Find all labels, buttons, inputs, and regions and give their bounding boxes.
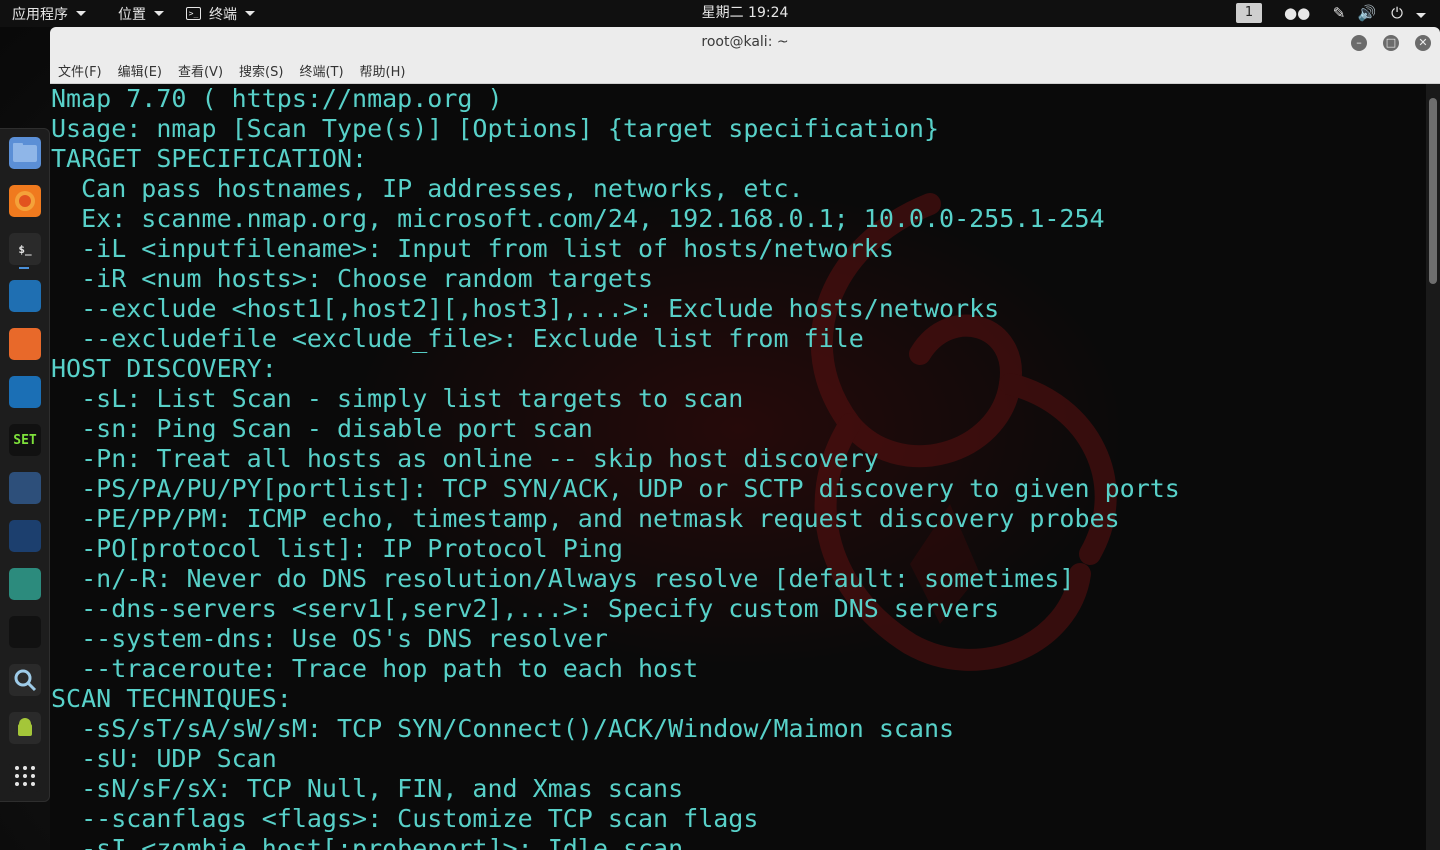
terminal-output[interactable]: Nmap 7.70 ( https://nmap.org ) Usage: nma… <box>50 84 1426 850</box>
terminal-line: -PS/PA/PU/PY[portlist]: TCP SYN/ACK, UDP… <box>51 474 1180 503</box>
window-title: root@kali: ~ <box>701 34 789 50</box>
pen-icon[interactable]: ✎ <box>1328 3 1350 23</box>
terminal-window: root@kali: ~ – □ ✕ 文件(F) 编辑(E) 查看(V) 搜索(… <box>50 27 1440 850</box>
terminal-line: Can pass hostnames, IP addresses, networ… <box>51 174 804 203</box>
close-button[interactable]: ✕ <box>1415 35 1431 51</box>
burpsuite-icon[interactable] <box>9 328 41 360</box>
wireshark-icon[interactable] <box>9 376 41 408</box>
firefox-icon[interactable] <box>9 185 41 217</box>
maltego-icon[interactable] <box>9 472 41 504</box>
terminal-line: -sU: UDP Scan <box>51 744 277 773</box>
scrollbar-thumb[interactable] <box>1429 98 1437 284</box>
terminal-line: -PE/PP/PM: ICMP echo, timestamp, and net… <box>51 504 1120 533</box>
terminal-line: Usage: nmap [Scan Type(s)] [Options] {ta… <box>51 114 940 143</box>
terminal-line: --excludefile <exclude_file>: Exclude li… <box>51 324 864 353</box>
terminal-line: HOST DISCOVERY: <box>51 354 277 383</box>
terminal-line: -sn: Ping Scan - disable port scan <box>51 414 593 443</box>
dock: $_ SET <box>0 128 50 802</box>
set-icon[interactable]: SET <box>9 424 41 456</box>
terminal-line: -sN/sF/sX: TCP Null, FIN, and Xmas scans <box>51 774 684 803</box>
menu-help[interactable]: 帮助(H) <box>352 61 414 80</box>
terminal-line: --scanflags <flags>: Customize TCP scan … <box>51 804 759 833</box>
clock[interactable]: 星期二 19:24 <box>0 0 1440 27</box>
terminal-line: --dns-servers <serv1[,serv2],...>: Speci… <box>51 594 1000 623</box>
terminal-line: -sI <zombie host[:probeport]>: Idle scan <box>51 834 684 850</box>
minimize-button[interactable]: – <box>1351 35 1367 51</box>
terminal-line: -sL: List Scan - simply list targets to … <box>51 384 744 413</box>
terminal-line: TARGET SPECIFICATION: <box>51 144 368 173</box>
terminal-line: -iR <num hosts>: Choose random targets <box>51 264 654 293</box>
metasploit-icon[interactable] <box>9 280 41 312</box>
menu-file[interactable]: 文件(F) <box>50 61 110 80</box>
terminal-text: Nmap 7.70 ( https://nmap.org ) Usage: nma… <box>51 84 1180 850</box>
searchsploit-icon[interactable] <box>9 664 41 696</box>
running-indicator <box>19 267 29 269</box>
armitage-icon[interactable] <box>9 568 41 600</box>
window-titlebar[interactable]: root@kali: ~ – □ ✕ <box>50 27 1440 58</box>
menu-view[interactable]: 查看(V) <box>170 61 231 80</box>
terminal-line: -sS/sT/sA/sW/sM: TCP SYN/Connect()/ACK/W… <box>51 714 955 743</box>
menu-search[interactable]: 搜索(S) <box>231 61 291 80</box>
terminal-line: -iL <inputfilename>: Input from list of … <box>51 234 894 263</box>
power-icon[interactable]: ⏻ <box>1386 3 1408 23</box>
window-menubar: 文件(F) 编辑(E) 查看(V) 搜索(S) 终端(T) 帮助(H) <box>50 58 1440 84</box>
volume-icon[interactable]: 🔊 <box>1356 3 1378 23</box>
workspace-indicator[interactable]: 1 <box>1236 3 1262 23</box>
terminal-icon[interactable]: $_ <box>9 233 41 265</box>
top-panel: 应用程序 位置 >_ 终端 星期二 19:24 1 ●● ✎ 🔊 ⏻ <box>0 0 1440 27</box>
terminal-line: Ex: scanme.nmap.org, microsoft.com/24, 1… <box>51 204 1105 233</box>
terminal-line: --traceroute: Trace hop path to each hos… <box>51 654 699 683</box>
terminal-line: Nmap 7.70 ( https://nmap.org ) <box>51 84 503 113</box>
menu-terminal[interactable]: 终端(T) <box>291 61 351 80</box>
cutycapt-icon[interactable] <box>9 616 41 648</box>
terminal-line: -PO[protocol list]: IP Protocol Ping <box>51 534 623 563</box>
people-icon[interactable]: ●● <box>1284 3 1310 23</box>
show-apps-icon[interactable] <box>9 760 41 792</box>
terminal-line: SCAN TECHNIQUES: <box>51 684 292 713</box>
beef-icon[interactable] <box>9 520 41 552</box>
menu-edit[interactable]: 编辑(E) <box>110 61 170 80</box>
files-icon[interactable] <box>9 137 41 169</box>
terminal-line: --exclude <host1[,host2][,host3],...>: E… <box>51 294 1000 323</box>
terminal-scrollbar[interactable] <box>1426 84 1440 850</box>
maximize-button[interactable]: □ <box>1383 35 1399 51</box>
system-menu-chevron-icon[interactable] <box>1410 3 1432 23</box>
terminal-line: -n/-R: Never do DNS resolution/Always re… <box>51 564 1075 593</box>
terminal-line: -Pn: Treat all hosts as online -- skip h… <box>51 444 879 473</box>
android-icon[interactable] <box>9 712 41 744</box>
terminal-line: --system-dns: Use OS's DNS resolver <box>51 624 608 653</box>
